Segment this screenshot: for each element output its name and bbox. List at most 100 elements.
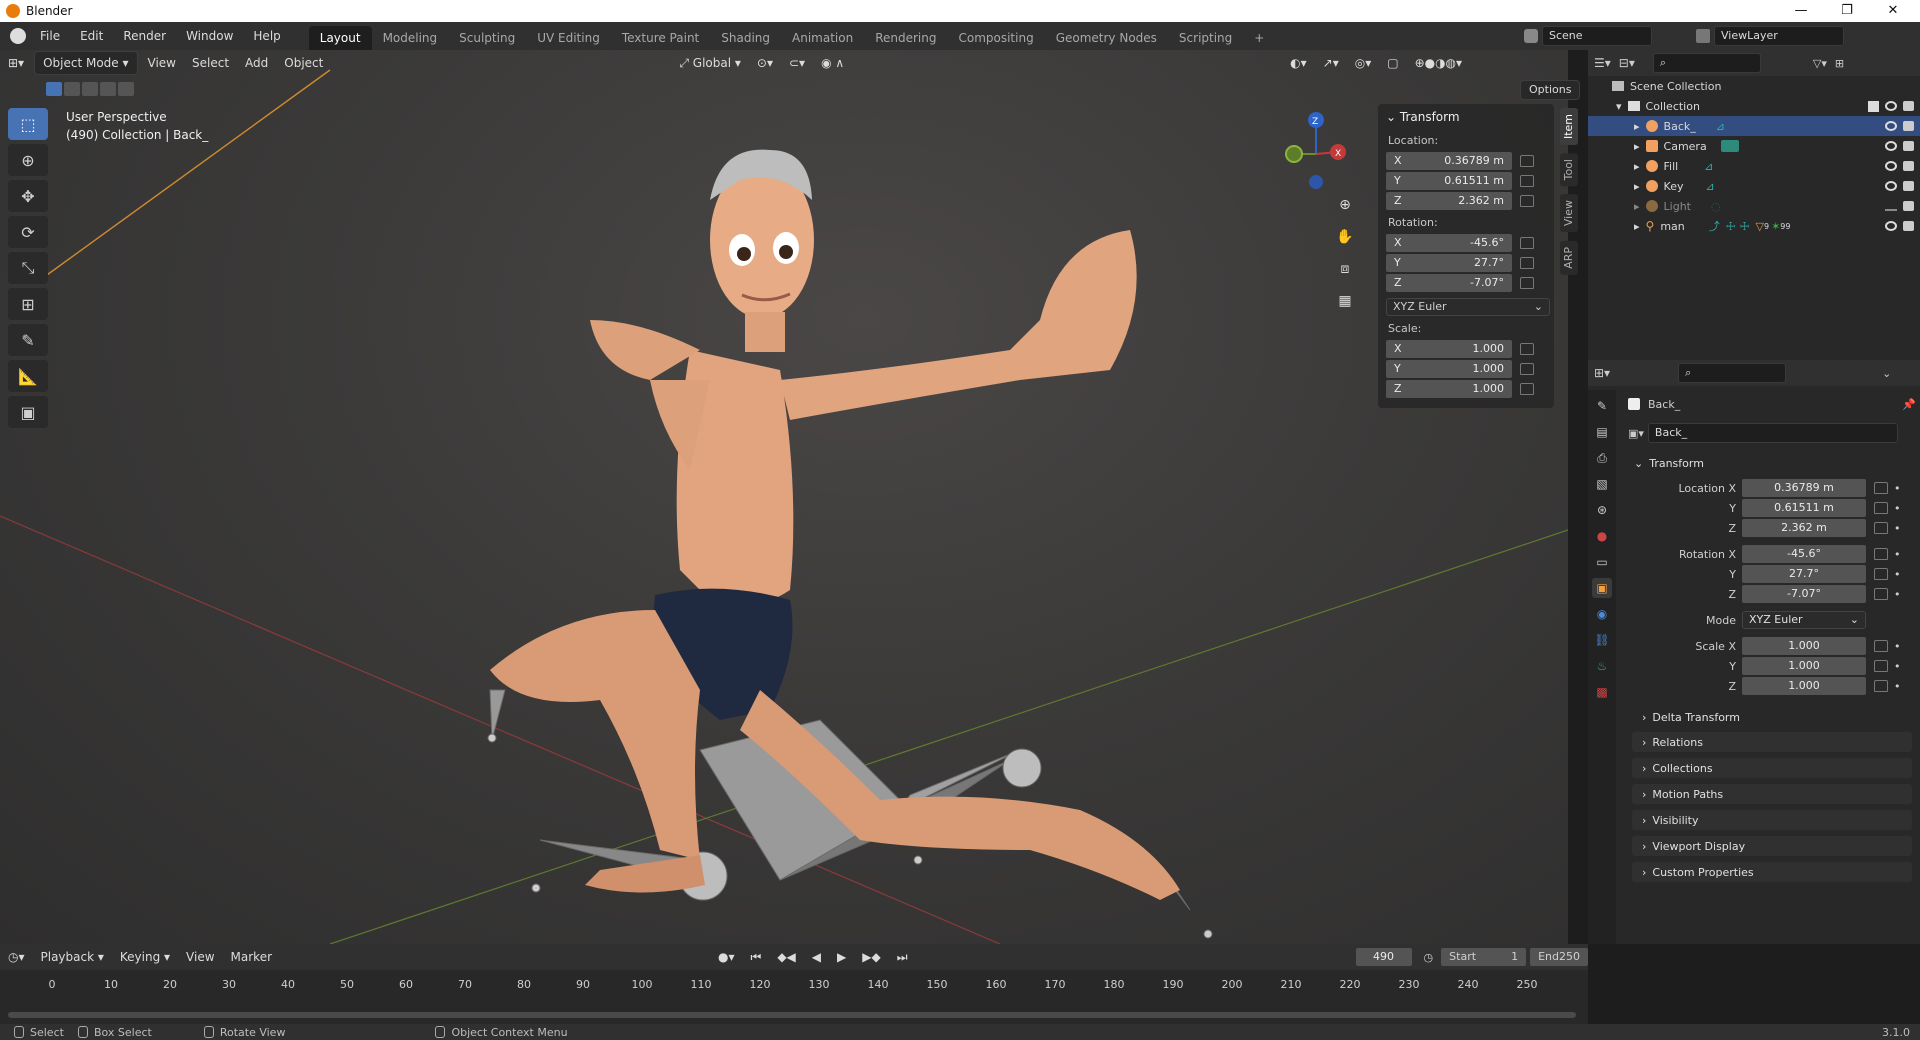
scale-z-input[interactable]: 1.000 [1742,677,1866,695]
collections-section[interactable]: › Collections [1632,758,1912,778]
blender-menu-icon[interactable] [10,28,26,44]
keyframe-dot-icon[interactable]: • [1894,640,1901,653]
add-cube-icon[interactable]: ▣ [8,396,48,428]
select-invert-icon[interactable] [100,82,116,96]
world-tab-icon[interactable]: ● [1592,526,1612,546]
add-workspace-button[interactable]: + [1243,26,1275,50]
keyframe-dot-icon[interactable]: • [1894,588,1901,601]
rotation-x-field[interactable]: X -45.6° [1386,233,1512,252]
editor-type-button[interactable]: ⊞▾ [0,52,32,74]
location-y-field[interactable]: Y 0.61511 m [1386,171,1512,190]
transform-icon[interactable]: ⊞ [8,288,48,320]
lock-icon[interactable] [1874,660,1888,672]
lock-icon[interactable] [1520,362,1534,375]
outliner-item-fill[interactable]: ▸ Fill ⊿ [1588,156,1920,176]
tab-tool[interactable]: Tool [1560,153,1578,187]
grid-view-icon[interactable]: ▦ [1334,290,1356,312]
menu-view[interactable]: View [140,52,184,74]
object-mode-selector[interactable]: Object Mode ▾ [34,51,138,75]
annotate-icon[interactable]: ✎ [8,324,48,356]
constraints-tab-icon[interactable]: ⛓ [1592,630,1612,650]
relations-section[interactable]: › Relations [1632,732,1912,752]
start-frame-field[interactable]: Start 1 [1441,948,1527,966]
scene-selector[interactable]: Scene [1542,26,1652,46]
filter-icon[interactable]: ▽▾ [1813,57,1827,70]
select-new-icon[interactable] [46,82,62,96]
outliner-item-back[interactable]: ▸ Back_ ⊿ [1588,116,1920,136]
lock-icon[interactable] [1874,680,1888,692]
motion-paths-section[interactable]: › Motion Paths [1632,784,1912,804]
lock-icon[interactable] [1874,640,1888,652]
tool-settings-tab-icon[interactable]: ✎ [1592,396,1612,416]
play-icon[interactable]: ▶ [829,946,854,968]
expand-icon[interactable]: ▸ [1634,200,1640,213]
rotation-z-input[interactable]: -7.07° [1742,585,1866,603]
lock-icon[interactable] [1520,194,1534,207]
menu-add[interactable]: Add [237,52,276,74]
jump-start-icon[interactable]: ⏮ [743,946,770,968]
properties-search-input[interactable]: ⌕ [1678,363,1787,383]
outliner-item-key[interactable]: ▸ Key ⊿ [1588,176,1920,196]
scale-x-input[interactable]: 1.000 [1742,637,1866,655]
object-name-field[interactable]: Back_ [1647,423,1898,443]
proportional-edit-icon[interactable]: ◉ ∧ [813,52,852,74]
tab-geometry-nodes[interactable]: Geometry Nodes [1045,26,1168,50]
end-frame-field[interactable]: End 250 [1530,948,1588,966]
rotate-icon[interactable]: ⟳ [8,216,48,248]
menu-render[interactable]: Render [113,22,176,50]
shading-mode-icons[interactable]: ⊕●◑◍▾ [1407,52,1471,74]
keyframe-dot-icon[interactable]: • [1894,568,1901,581]
options-chevron-icon[interactable]: ⌄ [1882,367,1891,380]
viewport-display-section[interactable]: › Viewport Display [1632,836,1912,856]
menu-help[interactable]: Help [243,22,290,50]
tab-item[interactable]: Item [1560,108,1578,146]
lock-icon[interactable] [1520,174,1534,187]
expand-icon[interactable]: ▾ [1616,100,1622,113]
view-layer-selector[interactable]: ViewLayer [1714,26,1844,46]
eye-closed-icon[interactable] [1885,201,1897,211]
visibility-section[interactable]: › Visibility [1632,810,1912,830]
menu-select[interactable]: Select [184,52,237,74]
transform-panel-header[interactable]: ⌄ Transform [1386,110,1546,124]
lock-icon[interactable] [1520,342,1534,355]
tab-scripting[interactable]: Scripting [1168,26,1243,50]
keyframe-dot-icon[interactable]: • [1894,482,1901,495]
scale-x-field[interactable]: X 1.000 [1386,339,1512,358]
select-box-icon[interactable]: ⬚ [8,108,48,140]
gizmo-toggle-icon[interactable]: ↗▾ [1315,52,1347,74]
auto-keying-icon[interactable]: ●▾ [710,946,743,968]
keyframe-dot-icon[interactable]: • [1894,522,1901,535]
new-collection-icon[interactable]: ⊞ [1835,57,1844,70]
rotation-y-input[interactable]: 27.7° [1742,565,1866,583]
frame-ruler[interactable]: 0 10 20 30 40 50 60 70 80 90 100 110 120 130 140 150 160… [0,978,1588,994]
overlay-toggle-icon[interactable]: ◎▾ [1347,52,1380,74]
outliner-item-camera[interactable]: ▸ Camera [1588,136,1920,156]
pivot-point-icon[interactable]: ⊙▾ [749,52,781,74]
rotation-z-field[interactable]: Z -7.07° [1386,273,1512,292]
pan-hand-icon[interactable]: ✋ [1334,226,1356,248]
eye-icon[interactable] [1885,141,1897,151]
eye-icon[interactable] [1885,100,1897,111]
collection-tab-icon[interactable]: ▭ [1592,552,1612,572]
outliner-item-man[interactable]: ▸ ⚲ man ⤴ ☩ ☩ ▽ 9 ✶ 99 [1588,216,1920,236]
keyframe-dot-icon[interactable]: • [1894,548,1901,561]
rotation-x-input[interactable]: -45.6° [1742,545,1866,563]
expand-icon[interactable]: ▸ [1634,120,1640,133]
custom-properties-section[interactable]: › Custom Properties [1632,862,1912,882]
xray-toggle-icon[interactable]: ▢ [1379,52,1406,74]
prev-keyframe-icon[interactable]: ◆◀ [769,946,803,968]
tab-modeling[interactable]: Modeling [372,26,449,50]
eye-icon[interactable] [1885,221,1897,231]
tab-compositing[interactable]: Compositing [947,26,1044,50]
menu-keying[interactable]: Keying ▾ [112,946,178,968]
tab-uv-editing[interactable]: UV Editing [526,26,611,50]
lock-icon[interactable] [1520,276,1534,289]
menu-window[interactable]: Window [176,22,243,50]
rotation-y-field[interactable]: Y 27.7° [1386,253,1512,272]
delta-transform-header[interactable]: › Delta Transform [1642,706,1916,728]
scene-collection-row[interactable]: Scene Collection [1588,76,1920,96]
tab-shading[interactable]: Shading [710,26,781,50]
cursor-icon[interactable]: ⊕ [8,144,48,176]
location-x-field[interactable]: X 0.36789 m [1386,151,1512,170]
location-z-field[interactable]: Z 2.362 m [1386,191,1512,210]
